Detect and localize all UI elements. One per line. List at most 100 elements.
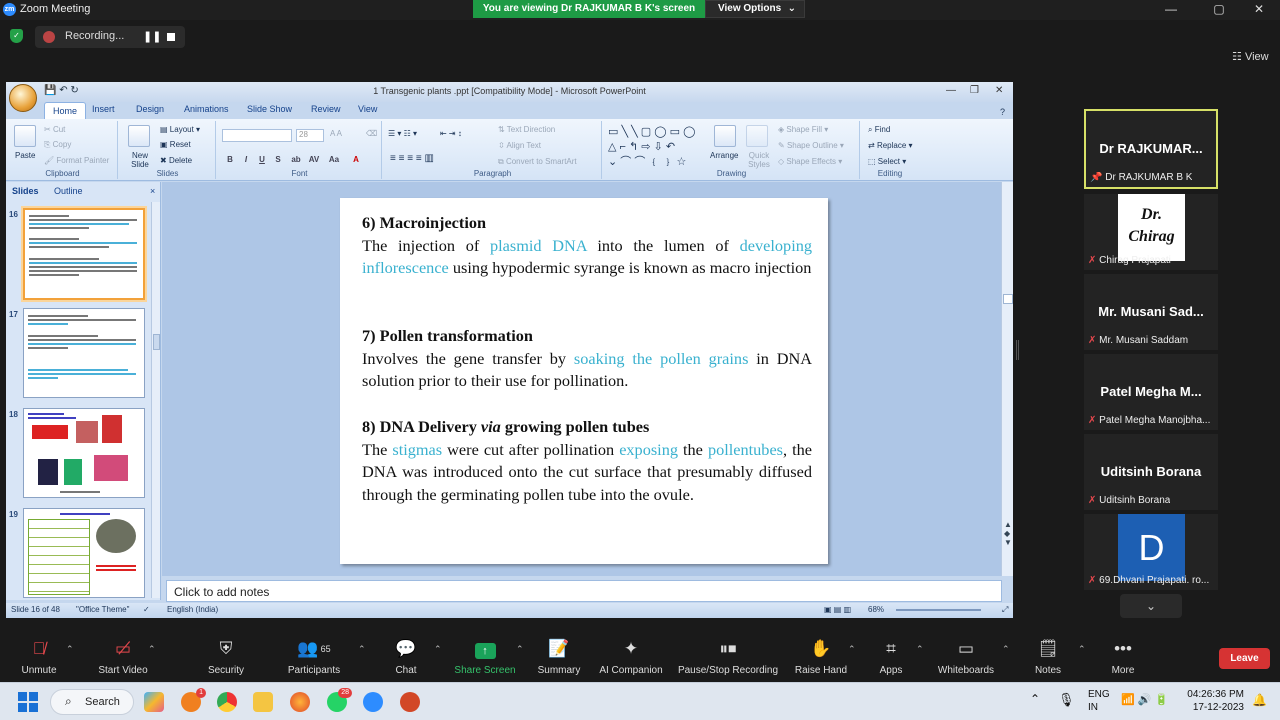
scrollbar-thumb[interactable] — [153, 334, 160, 350]
participant-tile[interactable]: Mr. Musani Sad... ✗ Mr. Musani Saddam — [1084, 274, 1218, 350]
zoom-app-icon[interactable] — [363, 692, 383, 712]
taskbar-search[interactable]: ⌕ Search — [50, 689, 134, 715]
tab-review[interactable]: Review — [311, 104, 341, 114]
file-explorer-icon[interactable] — [253, 692, 273, 712]
tab-view[interactable]: View — [358, 104, 377, 114]
tab-animations[interactable]: Animations — [184, 104, 229, 114]
ppt-restore-icon[interactable]: ❐ — [970, 85, 979, 96]
firefox-icon[interactable]: 1 — [181, 688, 206, 712]
copilot-icon[interactable] — [144, 692, 164, 712]
shapes-gallery[interactable]: ▭ ╲ ╲ ▢ ◯ ▭ ◯ △ ⌐ ↰ ⇨ ⇩ ↶ ⌄ ⌒ ⌒ ﹛ ﹜ ☆ — [608, 125, 704, 170]
participant-tile[interactable]: Dr. Chirag ✗ Chirag Prajapati — [1084, 194, 1218, 270]
layout-button[interactable]: ▤ Layout ▾ — [160, 125, 200, 134]
whatsapp-icon[interactable]: 28 — [327, 688, 352, 712]
grow-font-icon[interactable]: A A — [330, 129, 342, 138]
participant-tile[interactable]: D ✗ 69.Dhvani Prajapati. ro... — [1084, 514, 1218, 590]
undo-icon[interactable]: ↶ — [59, 85, 67, 96]
network-volume-battery-icons[interactable]: 📶 🔊 🔋 — [1121, 693, 1168, 706]
tab-slide-show[interactable]: Slide Show — [247, 104, 292, 114]
audio-options-caret[interactable]: ⌃ — [60, 630, 74, 682]
more-button[interactable]: ••• More — [1078, 630, 1168, 682]
arrange-icon[interactable] — [714, 125, 736, 147]
view-buttons[interactable]: ▣ ▤ ▥ — [824, 605, 851, 614]
replace-button[interactable]: ⇄ Replace ▾ — [868, 141, 913, 150]
pause-recording-icon[interactable]: ❚❚ — [143, 30, 161, 43]
panel-resize-handle[interactable] — [1016, 340, 1019, 360]
shape-fill-button[interactable]: ◈ Shape Fill ▾ — [778, 125, 828, 134]
participant-tile-host[interactable]: Dr RAJKUMAR... 📌 Dr RAJKUMAR B K — [1084, 109, 1218, 189]
view-button[interactable]: ☷ View — [1232, 50, 1269, 63]
chat-caret[interactable]: ⌃ — [428, 630, 442, 682]
notes-pane[interactable]: Click to add notes — [166, 580, 1002, 602]
strikethrough-icon[interactable]: S — [272, 154, 284, 166]
video-options-caret[interactable]: ⌃ — [142, 630, 156, 682]
alignment-icons[interactable]: ≡ ≡ ≡ ≡ ▥ — [390, 153, 434, 164]
text-direction-button[interactable]: ⇅ Text Direction — [498, 125, 555, 134]
taskbar-clock[interactable]: 04:26:36 PM 17-12-2023 — [1184, 688, 1244, 714]
security-button[interactable]: ⛨ Security — [181, 630, 271, 682]
shadow-icon[interactable]: ab — [290, 154, 302, 166]
paste-icon[interactable] — [14, 125, 36, 147]
paste-button[interactable]: Paste — [15, 151, 35, 160]
font-name-field[interactable] — [222, 129, 292, 142]
help-icon[interactable]: ? — [1000, 107, 1005, 117]
tab-outline[interactable]: Outline — [54, 186, 83, 196]
copy-button[interactable]: ⎘ Copy — [44, 140, 71, 150]
more-participants-chevron-icon[interactable]: ⌄ — [1120, 594, 1182, 618]
fit-window-icon[interactable]: ⤢ — [1002, 605, 1008, 615]
zoom-level[interactable]: 68% — [868, 605, 884, 614]
bullets-icon[interactable]: ☰ ▾ ☷ ▾ — [388, 129, 417, 138]
close-icon[interactable]: ✕ — [1249, 2, 1269, 16]
windows-start-icon[interactable] — [18, 692, 38, 712]
indent-icon[interactable]: ⇤ ⇥ ↕ — [440, 129, 462, 138]
prev-next-slide-icons[interactable]: ▲ ◆ ▼ — [1004, 520, 1012, 547]
delete-button[interactable]: ✖ Delete — [160, 156, 192, 165]
spacing-icon[interactable]: AV — [308, 154, 320, 166]
quick-styles-icon[interactable] — [746, 125, 768, 147]
underline-icon[interactable]: U — [256, 154, 268, 166]
format-painter-button[interactable]: 🖌 Format Painter — [44, 156, 109, 165]
reset-button[interactable]: ▣ Reset — [160, 140, 191, 149]
participants-button[interactable]: 👥 65 Participants — [269, 630, 359, 682]
new-slide-button[interactable]: New Slide — [124, 151, 156, 169]
powerpoint-app-icon[interactable] — [400, 692, 420, 712]
chrome-icon[interactable] — [217, 692, 237, 712]
ppt-minimize-icon[interactable]: — — [946, 85, 956, 96]
arrange-button[interactable]: Arrange — [710, 151, 738, 160]
notifications-bell-icon[interactable]: 🔔 — [1252, 693, 1267, 707]
start-video-button[interactable]: ▭̸ Start Video — [78, 630, 168, 682]
panel-close-icon[interactable]: × — [150, 186, 155, 196]
italic-icon[interactable]: I — [240, 154, 252, 166]
shape-effects-button[interactable]: ◇ Shape Effects ▾ — [778, 157, 842, 166]
redo-icon[interactable]: ↻ — [70, 85, 78, 96]
thumbnail-scrollbar[interactable] — [151, 202, 160, 598]
current-slide[interactable]: 6) Macroinjection The injection of plasm… — [340, 198, 828, 564]
select-button[interactable]: ⬚ Select ▾ — [868, 157, 906, 166]
font-size-field[interactable]: 28 — [296, 129, 324, 142]
save-icon[interactable]: 💾 — [44, 85, 56, 96]
tab-slides[interactable]: Slides — [12, 186, 39, 196]
convert-smartart-button[interactable]: ⧉ Convert to SmartArt — [498, 157, 577, 167]
firefox-browser-icon[interactable] — [290, 692, 310, 712]
tab-home[interactable]: Home — [44, 102, 87, 119]
align-text-button[interactable]: ⇳ Align Text — [498, 141, 541, 150]
view-options-button[interactable]: View Options ⌄ — [705, 0, 805, 18]
find-button[interactable]: ⌕ Find — [868, 125, 890, 135]
bold-icon[interactable]: B — [224, 154, 236, 166]
pause-stop-recording-button[interactable]: ⏸⏹ Pause/Stop Recording — [670, 630, 786, 682]
zoom-slider[interactable] — [896, 609, 981, 611]
slide-scrollbar[interactable]: ▲ ◆ ▼ — [1001, 182, 1013, 576]
slide-thumbnail-18[interactable] — [23, 408, 145, 498]
language[interactable]: English (India) — [167, 605, 218, 614]
stop-recording-icon[interactable] — [167, 33, 175, 41]
ai-companion-button[interactable]: ✦ AI Companion — [586, 630, 676, 682]
slide-thumbnail-16[interactable] — [23, 208, 145, 300]
minimize-icon[interactable]: — — [1161, 2, 1181, 16]
tray-overflow-icon[interactable]: ⌃ — [1030, 692, 1040, 706]
participant-tile[interactable]: Patel Megha M... ✗ Patel Megha Manojbha.… — [1084, 354, 1218, 430]
new-slide-icon[interactable] — [128, 125, 150, 147]
office-button-icon[interactable] — [9, 84, 37, 112]
maximize-icon[interactable]: ▢ — [1209, 2, 1229, 16]
font-color-icon[interactable]: A — [350, 154, 362, 166]
tab-insert[interactable]: Insert — [92, 104, 115, 114]
